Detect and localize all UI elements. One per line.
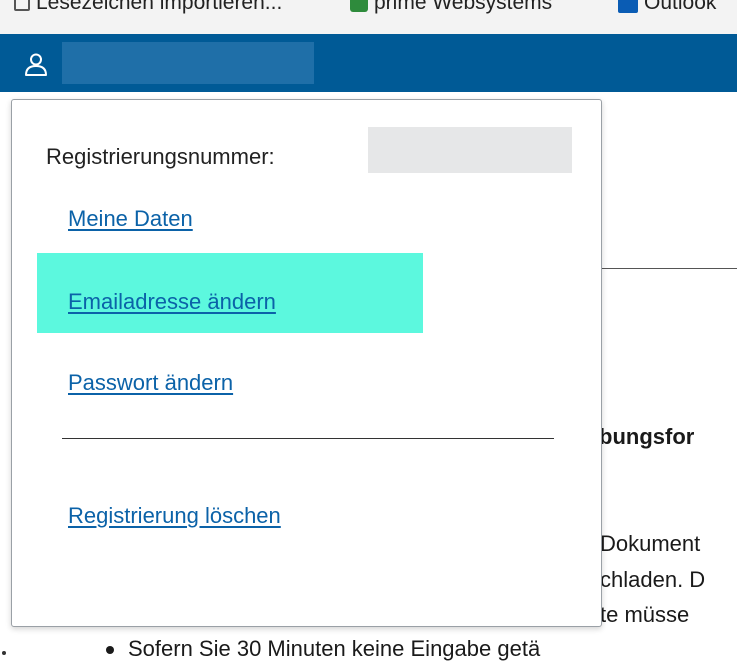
bullet-text: Sofern Sie 30 Minuten keine Eingabe getä: [128, 636, 541, 661]
registration-number-value-redacted: [368, 127, 572, 173]
menu-item-registrierung-loeschen[interactable]: Registrierung löschen: [68, 503, 281, 529]
menu-item-emailadresse-aendern[interactable]: Emailadresse ändern: [68, 289, 276, 315]
outlook-icon: [618, 0, 638, 13]
menu-divider: [62, 438, 554, 439]
bullet-dot: [106, 646, 114, 655]
page-text-line: te müsse: [600, 602, 690, 627]
account-menu: Registrierungsnummer: Meine Daten Emaila…: [11, 99, 602, 627]
menu-item-passwort-aendern[interactable]: Passwort ändern: [68, 370, 233, 396]
page-bullet-item: Sofern Sie 30 Minuten keine Eingabe getä: [106, 636, 540, 662]
registration-number-label: Registrierungsnummer:: [46, 144, 275, 169]
bookmark-label: Lesezeichen importieren...: [36, 0, 283, 14]
bookmark-prime-websystems[interactable]: prime Websystems: [350, 0, 552, 18]
site-header: [0, 34, 737, 92]
bookmark-outlook[interactable]: Outlook: [618, 0, 716, 18]
page-divider: [600, 268, 737, 269]
page-text-line: Dokument: [600, 531, 701, 556]
user-name-redacted[interactable]: [62, 42, 314, 84]
menu-item-meine-daten[interactable]: Meine Daten: [68, 206, 193, 232]
bookmarks-bar: Lesezeichen importieren... prime Websyst…: [0, 0, 737, 34]
excel-sheet-icon: [350, 0, 368, 12]
page-section-heading: bungsfor: [599, 424, 695, 449]
page-text-line: chladen. D: [600, 567, 706, 592]
user-icon[interactable]: [24, 52, 48, 76]
bookmark-label: Outlook: [644, 0, 717, 14]
stray-dot: [2, 651, 6, 655]
bookmark-import[interactable]: Lesezeichen importieren...: [14, 0, 282, 18]
bookmark-import-icon: [14, 0, 30, 11]
bookmark-label: prime Websystems: [374, 0, 553, 14]
